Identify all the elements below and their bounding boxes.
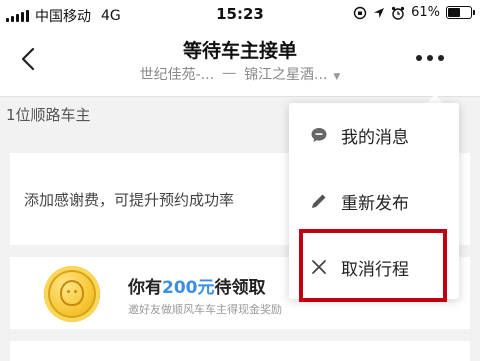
menu-item-label: 重新发布 — [341, 193, 409, 214]
nav-header: 等待车主接单 世纪佳苑-... 一锦江之星酒... ▼ — [0, 30, 480, 97]
reward-title-suffix: 待领取 — [214, 278, 266, 298]
battery-percent: 61% — [411, 5, 440, 20]
reward-title-prefix: 你有 — [128, 278, 162, 298]
menu-item-label: 我的消息 — [341, 127, 409, 148]
highlight-box — [299, 229, 447, 302]
route-destination: 锦江之星酒... — [244, 67, 328, 83]
more-dot — [416, 55, 422, 61]
pencil-icon — [309, 191, 329, 211]
status-bar: 中国移动 4G 15:23 61% — [0, 0, 480, 30]
location-icon — [374, 7, 385, 18]
page-title: 等待车主接单 — [182, 40, 297, 62]
reward-subtitle: 邀好友做顺风车车主得现金奖励 — [128, 303, 282, 316]
message-icon — [309, 125, 329, 145]
more-options-button[interactable] — [416, 48, 444, 68]
thanks-fee-text: 添加感谢费，可提升预约成功率 — [24, 191, 235, 209]
route-selector[interactable]: 世纪佳苑-... 一锦江之星酒... ▼ — [0, 64, 480, 84]
next-card — [10, 341, 470, 361]
driver-count: 1位顺路车主 — [6, 106, 91, 124]
more-dot — [438, 55, 444, 61]
more-dot — [427, 55, 433, 61]
status-right: 61% — [353, 5, 475, 20]
route-origin: 世纪佳苑-... — [139, 67, 215, 83]
rotation-lock-icon — [353, 6, 367, 19]
route-separator: 一 — [222, 67, 237, 83]
reward-title: 你有200元待领取 — [128, 273, 266, 298]
alarm-icon — [391, 6, 405, 20]
gold-coin-icon — [44, 266, 100, 322]
reward-amount: 200元 — [162, 278, 215, 298]
battery-icon — [446, 6, 475, 19]
menu-item-republish[interactable]: 重新发布 — [289, 171, 459, 231]
menu-item-my-messages[interactable]: 我的消息 — [289, 105, 459, 165]
caret-down-icon: ▼ — [333, 72, 341, 82]
